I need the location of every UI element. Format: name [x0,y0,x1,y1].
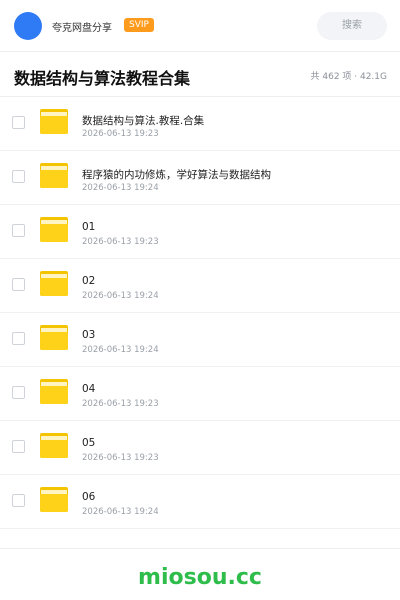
folder-icon [40,325,68,350]
select-checkbox[interactable] [12,332,25,345]
file-date: 2026-06-13 19:24 [82,183,159,193]
username[interactable]: 夸克网盘分享 [52,19,112,34]
footer: miosou.cc [0,548,400,600]
folder-icon [40,433,68,458]
select-checkbox[interactable] [12,386,25,399]
page-title: 数据结构与算法教程合集 [14,69,191,88]
list-item[interactable]: 04 2026-06-13 19:23 [0,367,400,421]
file-date: 2026-06-13 19:23 [82,399,159,409]
select-checkbox[interactable] [12,278,25,291]
folder-icon [40,379,68,404]
file-date: 2026-06-13 19:23 [82,129,159,139]
folder-icon [40,109,68,134]
file-date: 2026-06-13 19:24 [82,345,159,355]
svip-badge: SVIP [124,18,154,32]
file-list: 数据结构与算法.教程.合集 2026-06-13 19:23 程序猿的内功修炼，… [0,97,400,529]
list-item[interactable]: 03 2026-06-13 19:24 [0,313,400,367]
file-name: 04 [82,383,96,395]
file-date: 2026-06-13 19:24 [82,507,159,517]
list-item[interactable]: 01 2026-06-13 19:23 [0,205,400,259]
folder-icon [40,217,68,242]
list-item[interactable]: 数据结构与算法.教程.合集 2026-06-13 19:23 [0,97,400,151]
folder-icon [40,271,68,296]
select-checkbox[interactable] [12,224,25,237]
share-meta: 共 462 项 · 42.1G [310,72,388,82]
file-name: 03 [82,329,96,341]
select-checkbox[interactable] [12,116,25,129]
file-name: 05 [82,437,96,449]
list-item[interactable]: 程序猿的内功修炼，学好算法与数据结构 2026-06-13 19:24 [0,151,400,205]
avatar[interactable] [14,12,42,40]
select-checkbox[interactable] [12,440,25,453]
folder-icon [40,163,68,188]
top-bar: 夸克网盘分享 SVIP 搜索 [0,0,400,52]
watermark: miosou.cc [138,565,262,590]
file-name: 06 [82,491,96,503]
search-button[interactable]: 搜索 [317,12,387,40]
file-date: 2026-06-13 19:23 [82,237,159,247]
file-name: 程序猿的内功修炼，学好算法与数据结构 [82,169,271,181]
file-date: 2026-06-13 19:23 [82,453,159,463]
file-name: 01 [82,221,96,233]
file-name: 数据结构与算法.教程.合集 [82,115,205,127]
list-item[interactable]: 05 2026-06-13 19:23 [0,421,400,475]
file-date: 2026-06-13 19:24 [82,291,159,301]
select-checkbox[interactable] [12,494,25,507]
file-name: 02 [82,275,96,287]
list-item[interactable]: 06 2026-06-13 19:24 [0,475,400,529]
folder-icon [40,487,68,512]
select-checkbox[interactable] [12,170,25,183]
list-item[interactable]: 02 2026-06-13 19:24 [0,259,400,313]
share-title-bar: 数据结构与算法教程合集 共 462 项 · 42.1G [0,52,400,97]
